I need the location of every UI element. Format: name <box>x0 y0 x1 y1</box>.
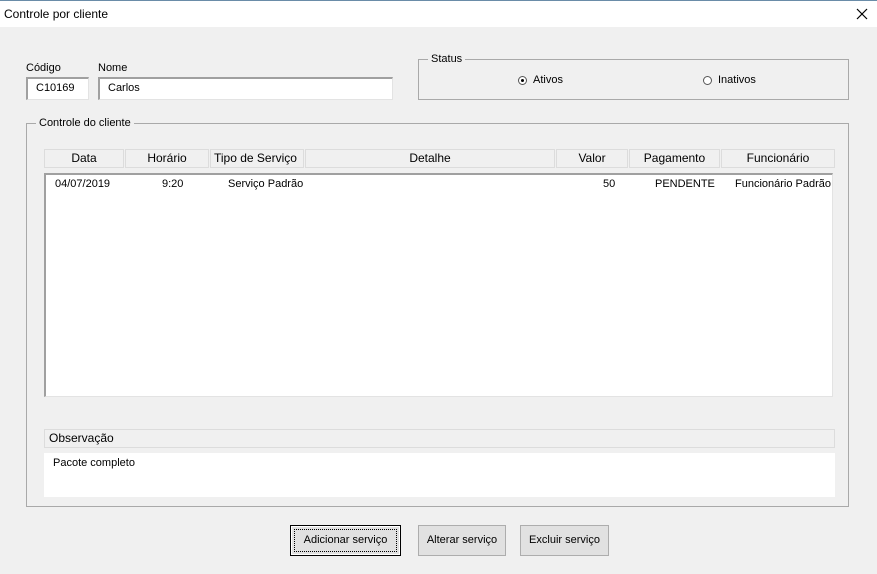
radio-unselected-icon <box>703 75 712 85</box>
cell-data: 04/07/2019 <box>55 178 111 190</box>
codigo-field[interactable]: C10169 <box>26 77 89 100</box>
cell-valor: 50 <box>603 178 616 190</box>
column-header-tipo: Tipo de Serviço <box>210 149 304 168</box>
excluir-servico-label: Excluir serviço <box>529 534 600 546</box>
alterar-servico-label: Alterar serviço <box>426 534 498 546</box>
column-header-valor: Valor <box>556 149 628 168</box>
excluir-servico-button[interactable]: Excluir serviço <box>520 525 609 556</box>
column-header-pagamento: Pagamento <box>629 149 720 168</box>
column-header-horario: Horário <box>125 149 209 168</box>
radio-inativos-label: Inativos <box>718 74 756 86</box>
status-frame <box>418 59 849 100</box>
table-row[interactable]: 04/07/2019 9:20 Serviço Padrão 50 PENDEN… <box>46 175 832 192</box>
title-bar: Controle por cliente <box>0 1 877 27</box>
nome-label: Nome <box>98 62 128 74</box>
close-button[interactable] <box>847 1 877 27</box>
nome-field[interactable]: Carlos <box>98 77 393 100</box>
cell-horario: 9:20 <box>162 178 184 190</box>
status-caption: Status <box>428 53 466 65</box>
radio-inativos[interactable]: Inativos <box>703 74 756 86</box>
radio-ativos-label: Ativos <box>533 74 563 86</box>
column-header-funcionario: Funcionário <box>721 149 835 168</box>
adicionar-servico-button[interactable]: Adicionar serviço <box>290 525 401 556</box>
cell-funcionario: Funcionário Padrão <box>735 178 832 190</box>
alterar-servico-button[interactable]: Alterar serviço <box>418 525 506 556</box>
close-icon <box>856 8 868 20</box>
column-header-data: Data <box>44 149 124 168</box>
adicionar-servico-label: Adicionar serviço <box>303 534 388 546</box>
window-title: Controle por cliente <box>4 7 109 21</box>
controle-por-cliente-window: Controle por cliente Código C10169 Nome … <box>0 0 877 574</box>
cell-pagamento: PENDENTE <box>655 178 715 190</box>
cell-tipo: Serviço Padrão <box>228 178 304 190</box>
radio-ativos[interactable]: Ativos <box>518 74 563 86</box>
codigo-label: Código <box>26 62 61 74</box>
servicos-listbox[interactable]: 04/07/2019 9:20 Serviço Padrão 50 PENDEN… <box>44 173 833 397</box>
observacao-header: Observação <box>44 429 835 448</box>
radio-selected-icon <box>518 75 527 85</box>
column-header-detalhe: Detalhe <box>305 149 555 168</box>
controle-caption: Controle do cliente <box>36 117 134 129</box>
observacao-field[interactable]: Pacote completo <box>44 453 835 497</box>
